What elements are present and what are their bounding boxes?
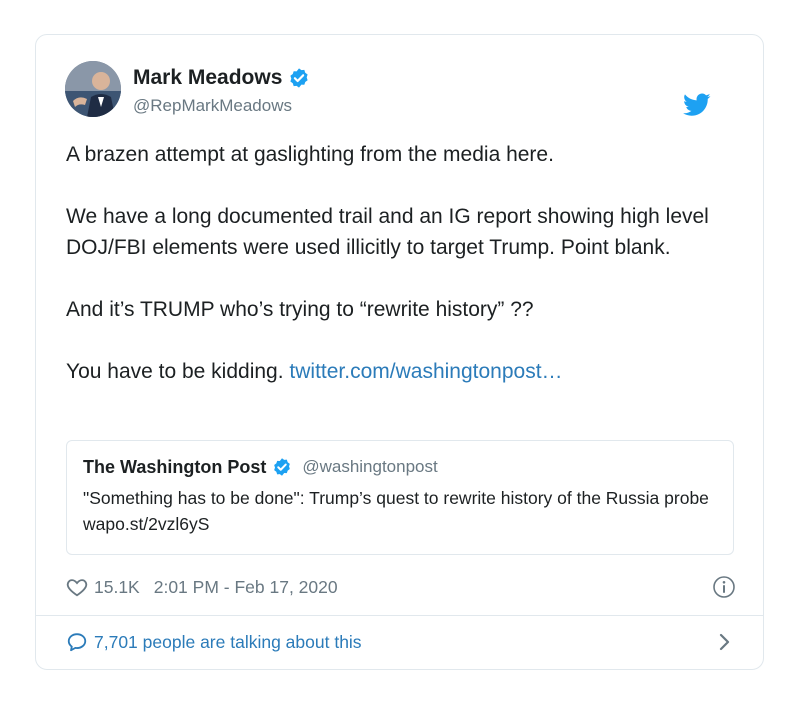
quoted-tweet-header: The Washington Post @washingtonpost: [83, 455, 717, 479]
tweet-timestamp[interactable]: 2:01 PM - Feb 17, 2020: [154, 577, 338, 598]
tweet-card: Mark Meadows @RepMarkMeadows A brazen at…: [35, 34, 764, 670]
like-count[interactable]: 15.1K: [94, 577, 140, 598]
footer-divider: [36, 615, 763, 616]
tweet-header: Mark Meadows @RepMarkMeadows: [65, 61, 745, 121]
tweet-paragraph-last: You have to be kidding. twitter.com/wash…: [66, 356, 736, 387]
heart-icon[interactable]: [66, 576, 88, 598]
tweet-last-line-text: You have to be kidding.: [66, 360, 290, 383]
tweet-meta: 15.1K 2:01 PM - Feb 17, 2020: [66, 572, 736, 602]
author-handle[interactable]: @RepMarkMeadows: [133, 96, 310, 116]
quoted-tweet[interactable]: The Washington Post @washingtonpost "Som…: [66, 440, 734, 555]
author-display-name[interactable]: Mark Meadows: [133, 66, 282, 90]
quoted-tweet-text: "Something has to be done": Trump’s ques…: [83, 488, 709, 534]
tweet-paragraph: A brazen attempt at gaslighting from the…: [66, 143, 554, 166]
speech-bubble-icon: [66, 631, 88, 653]
quoted-author-name: The Washington Post: [83, 456, 267, 477]
author-name-row: Mark Meadows: [133, 65, 310, 91]
conversation-text[interactable]: 7,701 people are talking about this: [94, 632, 362, 653]
verified-badge-icon: [288, 67, 310, 89]
conversation-link[interactable]: 7,701 people are talking about this: [66, 627, 736, 657]
verified-badge-icon: [272, 457, 292, 477]
tweet-body: A brazen attempt at gaslighting from the…: [66, 139, 736, 387]
tweet-paragraph: And it’s TRUMP who’s trying to “rewrite …: [66, 298, 534, 321]
quoted-author-handle: @washingtonpost: [302, 457, 438, 476]
info-icon[interactable]: [712, 575, 736, 599]
tweet-link[interactable]: twitter.com/washingtonpost…: [289, 360, 562, 383]
avatar[interactable]: [65, 61, 121, 117]
tweet-paragraph: We have a long documented trail and an I…: [66, 205, 709, 259]
twitter-bird-icon[interactable]: [683, 93, 711, 117]
chevron-right-icon[interactable]: [718, 633, 732, 651]
author-block: Mark Meadows @RepMarkMeadows: [133, 65, 310, 116]
